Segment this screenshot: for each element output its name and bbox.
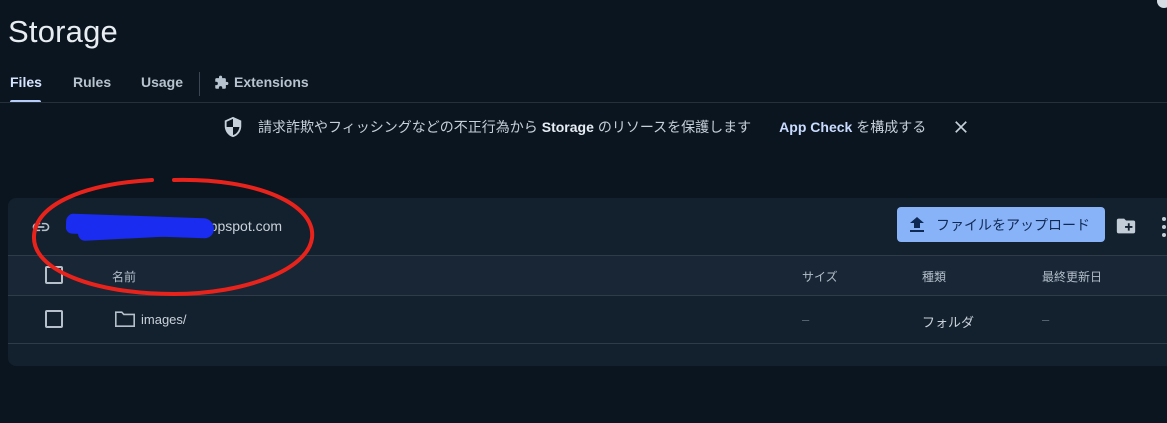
table-row[interactable]: images/ – フォルダ – bbox=[8, 296, 1167, 343]
file-browser-card: .appspot.com ファイルをアップロード 名前 サイズ 種類 最終更新日… bbox=[8, 198, 1167, 366]
upload-file-label: ファイルをアップロード bbox=[936, 216, 1090, 233]
file-name[interactable]: images/ bbox=[141, 312, 187, 327]
file-size: – bbox=[802, 312, 810, 327]
more-vert-icon[interactable] bbox=[1160, 216, 1167, 238]
table-header: 名前 サイズ 種類 最終更新日 bbox=[8, 256, 1167, 295]
create-folder-icon[interactable] bbox=[1115, 215, 1137, 237]
puzzle-icon bbox=[215, 75, 229, 89]
select-all-checkbox[interactable] bbox=[45, 266, 63, 284]
file-modified: – bbox=[1042, 312, 1050, 327]
banner-text-after: のリソースを保護します bbox=[597, 119, 752, 135]
corner-indicator bbox=[1157, 0, 1167, 8]
tabs-divider bbox=[0, 102, 1167, 103]
row-checkbox[interactable] bbox=[45, 310, 63, 328]
banner-text-bold: Storage bbox=[541, 119, 594, 135]
tab-extensions-label: Extensions bbox=[234, 74, 309, 90]
tab-bar: Files Rules Usage Extensions bbox=[0, 70, 1167, 103]
bucket-header: .appspot.com ファイルをアップロード bbox=[8, 198, 1167, 255]
app-check-link-suffix[interactable]: を構成する bbox=[856, 117, 926, 137]
tab-divider bbox=[199, 72, 200, 96]
column-header-type[interactable]: 種類 bbox=[922, 268, 946, 285]
column-header-size[interactable]: サイズ bbox=[802, 268, 838, 285]
banner-text-before: 請求詐欺やフィッシングなどの不正行為から bbox=[258, 119, 538, 135]
app-check-banner: 請求詐欺やフィッシングなどの不正行為から Storage のリソースを保護します… bbox=[222, 115, 970, 139]
page-title: Storage bbox=[8, 14, 118, 49]
folder-icon bbox=[115, 311, 135, 327]
column-header-modified[interactable]: 最終更新日 bbox=[1042, 268, 1102, 285]
upload-file-button[interactable]: ファイルをアップロード bbox=[897, 207, 1105, 242]
column-header-name[interactable]: 名前 bbox=[112, 268, 136, 285]
link-icon[interactable] bbox=[30, 217, 52, 237]
upload-icon bbox=[910, 216, 924, 232]
tab-files[interactable]: Files bbox=[10, 74, 42, 90]
shield-icon bbox=[224, 116, 242, 138]
tab-rules[interactable]: Rules bbox=[73, 74, 111, 90]
tab-extensions[interactable]: Extensions bbox=[214, 74, 309, 90]
tab-usage[interactable]: Usage bbox=[141, 74, 183, 90]
file-type: フォルダ bbox=[922, 315, 975, 330]
close-icon[interactable] bbox=[952, 118, 970, 136]
divider bbox=[8, 343, 1167, 344]
app-check-link[interactable]: App Check bbox=[779, 119, 852, 135]
